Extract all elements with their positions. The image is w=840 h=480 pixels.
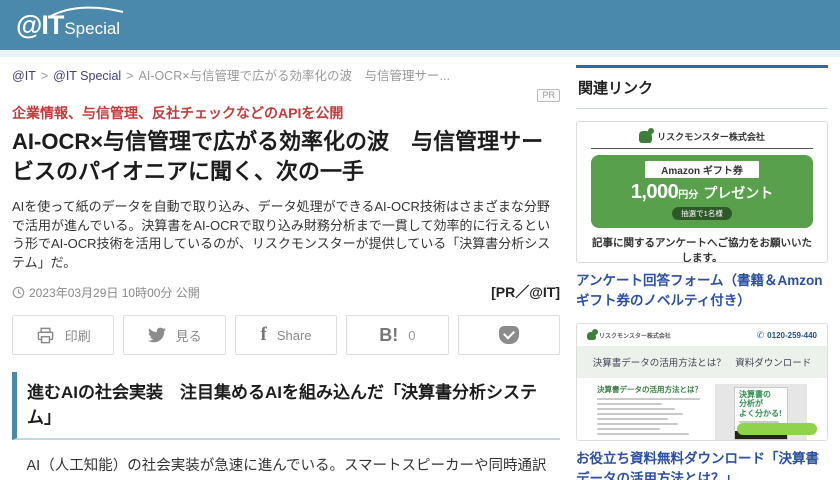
twitter-button-label: 見る	[176, 326, 202, 345]
publish-date-text: 2023年03月29日 10時00分 公開	[29, 284, 200, 301]
article-column: @IT > @IT Special > AI-OCR×与信管理で広がる効率化の波 与信管…	[12, 65, 560, 480]
amazon-gift-box: Amazon ギフト券 1,000円分プレゼント 抽選で1名様	[591, 155, 813, 228]
pr-credit: [PR／@IT]	[491, 282, 560, 302]
text-placeholder	[597, 433, 689, 435]
company-name: リスクモンスター株式会社	[599, 331, 671, 340]
breadcrumb-separator: >	[126, 69, 133, 83]
banner2-text-column: 決算書データの活用方法とは？	[597, 384, 705, 441]
text-placeholder	[597, 408, 675, 410]
twitter-share-button[interactable]: 見る	[123, 315, 225, 355]
facebook-share-button[interactable]: f Share	[235, 315, 337, 355]
riskmonster-logo-row: リスクモンスター株式会社	[587, 331, 671, 340]
gift-amount-line: 1,000円分プレゼント	[601, 181, 803, 203]
atit-special-logo[interactable]: @IT Special	[16, 10, 120, 41]
riskmonster-logo-icon	[587, 332, 596, 340]
publish-date: 2023年03月29日 10時00分 公開	[12, 284, 200, 301]
survey-banner[interactable]: リスクモンスター株式会社 Amazon ギフト券 1,000円分プレゼント 抽選…	[576, 121, 828, 263]
printer-icon	[36, 326, 55, 345]
twitter-bird-icon	[148, 326, 166, 344]
banner2-header: リスクモンスター株式会社 ✆ 0120-259-440	[585, 330, 819, 341]
ebook-title-line: 分析が	[739, 399, 783, 408]
breadcrumb: @IT > @IT Special > AI-OCR×与信管理で広がる効率化の波 与信管…	[12, 65, 560, 84]
pocket-icon	[499, 326, 519, 344]
breadcrumb-separator: >	[41, 69, 48, 83]
hatena-bookmark-button[interactable]: B! 0	[346, 315, 448, 355]
text-placeholder	[597, 398, 700, 400]
sidebar: 関連リンク リスクモンスター株式会社 Amazon ギフト券 1,000円分プレ…	[576, 65, 828, 480]
clock-icon	[12, 286, 25, 299]
text-placeholder	[597, 428, 660, 430]
article-meta: 2023年03月29日 10時00分 公開 [PR／@IT]	[12, 282, 560, 302]
divider	[591, 148, 813, 149]
ebook-title-line: よく分かる!	[739, 409, 783, 418]
text-placeholder	[597, 403, 662, 405]
lottery-pill: 抽選で1名様	[672, 207, 732, 220]
site-header: @IT Special	[0, 0, 840, 50]
ebook-title-line: 決算書の	[739, 390, 783, 399]
riskmonster-logo-icon	[639, 131, 652, 143]
gift-ribbon: Amazon ギフト券	[645, 161, 759, 178]
wave-icon	[50, 4, 124, 18]
phone-number: ✆ 0120-259-440	[757, 330, 817, 341]
facebook-button-label: Share	[277, 328, 312, 343]
pr-badge-row: PR	[12, 85, 560, 99]
facebook-icon: f	[261, 324, 267, 346]
header-strip	[0, 50, 840, 57]
document-download-link[interactable]: お役立ち資料無料ダウンロード「決算書データの活用方法とは？」	[576, 449, 828, 480]
survey-form-link[interactable]: アンケート回答フォーム（書籍＆Amzonギフト券のノベルティ付き）	[576, 271, 828, 310]
article-lead: AIを使って紙のデータを自動で取り込み、データ処理ができるAI-OCR技術はさま…	[12, 198, 560, 273]
breadcrumb-current: AI-OCR×与信管理で広がる効率化の波 与信管理サー...	[138, 69, 449, 83]
text-placeholder	[597, 413, 683, 415]
gift-amount: 1,000	[631, 181, 679, 203]
print-button-label: 印刷	[65, 326, 91, 345]
phone-icon: ✆	[757, 330, 765, 341]
hatena-count: 0	[408, 328, 415, 343]
article-kicker: 企業情報、与信管理、反社チェックなどのAPIを公開	[12, 103, 560, 123]
print-button[interactable]: 印刷	[12, 315, 114, 355]
breadcrumb-link-atit-special[interactable]: @IT Special	[53, 69, 121, 83]
page: @IT Special @IT > @IT Special > AI-OCR×与信管理で…	[0, 0, 840, 480]
download-banner[interactable]: リスクモンスター株式会社 ✆ 0120-259-440 決算書データの活用方法と…	[576, 323, 828, 441]
survey-message: 記事に関するアンケートへご協力をお願いいたします。	[591, 235, 813, 263]
company-name: リスクモンスター株式会社	[657, 130, 765, 143]
download-sub-heading: 決算書データの活用方法とは？	[597, 384, 705, 395]
riskmonster-logo-row: リスクモンスター株式会社	[591, 130, 813, 143]
article-body: AI（人工知能）の社会実装が急速に進んでいる。スマートスピーカーや同時通訳などで…	[12, 453, 560, 480]
logo-sub-text: Special	[64, 19, 120, 39]
share-button-row: 印刷 見る f Share B! 0	[12, 315, 560, 355]
download-button[interactable]	[737, 423, 817, 435]
text-placeholder	[597, 418, 668, 420]
gift-amount-unit: 円分	[678, 190, 698, 201]
hatena-icon: B!	[379, 325, 398, 346]
phone-number-text: 0120-259-440	[767, 331, 817, 340]
download-page-title: 決算書データの活用方法とは？ 資料ダウンロード	[577, 346, 827, 378]
article-title: AI-OCR×与信管理で広がる効率化の波 与信管理サービスのパイオニアに聞く、次…	[12, 127, 560, 188]
gift-present-label: プレゼント	[703, 185, 773, 201]
text-placeholder	[597, 423, 678, 425]
related-links-heading: 関連リンク	[576, 65, 828, 109]
pocket-button[interactable]	[458, 315, 560, 355]
section-heading: 進むAIの社会実装 注目集めるAIを組み込んだ「決算書分析システム」	[12, 372, 560, 440]
pr-badge: PR	[537, 89, 560, 102]
breadcrumb-link-atit[interactable]: @IT	[12, 69, 36, 83]
